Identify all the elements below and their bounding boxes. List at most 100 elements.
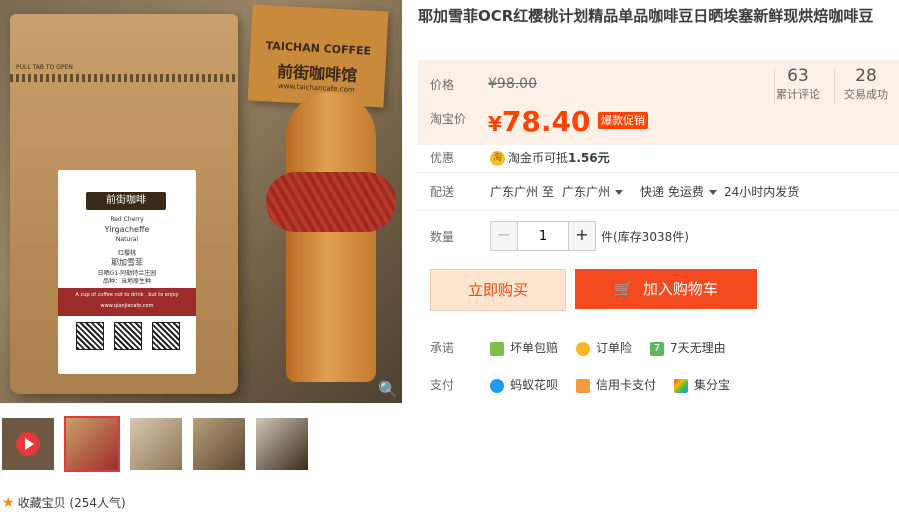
huabei-icon xyxy=(490,378,504,393)
payment-row: 支付 蚂蚁花呗 信用卡支付 集分宝 xyxy=(418,376,899,396)
bag-label: 前街咖啡 Red Cherry Yirgacheffe Natural 红樱桃 … xyxy=(58,170,196,374)
star-icon: ★ xyxy=(2,495,15,511)
stock-info: 件(库存3038件) xyxy=(601,230,689,244)
video-thumbnail[interactable] xyxy=(2,418,54,470)
cart-icon: 🛒 xyxy=(614,280,633,298)
qr-code xyxy=(76,322,104,350)
price-box: 价格 ¥98.00 淘宝价 ¥78.40 爆款促销 63 累计评论 28 交易成… xyxy=(418,60,899,145)
increase-button[interactable]: + xyxy=(568,222,595,250)
payment-text: 集分宝 xyxy=(694,378,731,392)
promise-label: 承诺 xyxy=(430,341,455,355)
discount-info: 淘淘金币可抵1.56元 xyxy=(490,149,610,166)
promise-item[interactable]: 7 7天无理由 xyxy=(650,339,726,356)
payment-item[interactable]: 集分宝 xyxy=(674,376,730,393)
deals-label: 交易成功 xyxy=(844,88,888,101)
promise-item[interactable]: 坏单包赔 xyxy=(490,339,558,356)
add-to-cart-label: 加入购物车 xyxy=(642,280,718,298)
thumbnail-3[interactable] xyxy=(193,418,245,470)
ship-method-value: 快递 免运费 xyxy=(640,185,704,199)
ship-to-word: 至 xyxy=(542,185,555,199)
buy-now-button[interactable]: 立即购买 xyxy=(430,269,566,311)
price-label: 价格 xyxy=(430,78,455,92)
divider xyxy=(418,210,899,211)
qr-code xyxy=(114,322,142,350)
reviews-stat[interactable]: 63 累计评论 xyxy=(768,66,828,102)
bag-label-band: A cup of coffee not to drink , but to en… xyxy=(58,288,196,316)
deals-count: 28 xyxy=(855,66,877,86)
thumbnail-4[interactable] xyxy=(256,418,308,470)
coffee-bag-graphic: PULL TAB TO OPEN 前街咖啡 Red Cherry Yirgach… xyxy=(10,14,238,394)
ship-to-value: 广东广州 xyxy=(562,185,611,199)
add-to-cart-button[interactable]: 🛒 加入购物车 xyxy=(575,269,757,309)
payment-text: 蚂蚁花呗 xyxy=(510,378,559,392)
bag-zipper xyxy=(10,74,238,82)
promo-badge: 爆款促销 xyxy=(598,112,648,129)
promise-row: 承诺 坏单包赔 订单险 7 7天无理由 xyxy=(418,339,899,359)
thumbnail-1[interactable] xyxy=(64,416,120,472)
bag-label-slogan: A cup of coffee not to drink , but to en… xyxy=(75,292,179,298)
shipping-label: 配送 xyxy=(430,185,455,199)
divider xyxy=(834,68,835,104)
favorite-link[interactable]: ★ 收藏宝贝 (254人气) xyxy=(2,494,126,511)
promise-text: 订单险 xyxy=(596,341,633,355)
favorite-label: 收藏宝贝 xyxy=(17,496,66,510)
knitted-scarf xyxy=(266,172,396,232)
zoom-icon[interactable]: 🔍 xyxy=(378,380,398,399)
current-price: ¥78.40 xyxy=(488,105,591,138)
bag-label-text: 品种：当地原生种 xyxy=(102,278,151,285)
discount-amount: 1.56元 xyxy=(568,151,610,165)
shipping-row: 配送 广东广州 至 广东广州 快递 免运费 24小时内发货 xyxy=(418,183,899,203)
promise-item[interactable]: 订单险 xyxy=(576,339,632,356)
reviews-count: 63 xyxy=(787,66,809,86)
guarantee-icon xyxy=(490,341,504,356)
card-brand: TAICHAN COFFEE xyxy=(265,39,372,58)
ship-method-select[interactable]: 快递 免运费 xyxy=(640,183,717,200)
quantity-label: 数量 xyxy=(430,230,455,244)
decrease-button[interactable]: − xyxy=(491,222,518,250)
payment-label: 支付 xyxy=(430,378,455,392)
product-title: 耶加雪菲OCR红樱桃计划精品单品咖啡豆日晒埃塞新鲜现烘焙咖啡豆 xyxy=(418,7,874,25)
bag-label-text: 红樱桃 xyxy=(117,250,136,257)
bag-label-text: Red Cherry xyxy=(110,216,144,223)
taojinbi-icon: 淘 xyxy=(490,151,505,166)
ship-to-select[interactable]: 广东广州 xyxy=(562,183,624,200)
play-icon[interactable] xyxy=(16,432,40,456)
credit-card-icon xyxy=(576,378,590,393)
brand-card: TAICHAN COFFEE 前街咖啡馆 www.taichancafe.com xyxy=(247,4,389,108)
discount-label: 优惠 xyxy=(430,151,455,165)
bag-label-text: Yirgacheffe xyxy=(104,225,150,234)
bag-tab-text: PULL TAB TO OPEN xyxy=(16,64,73,71)
reviews-label: 累计评论 xyxy=(776,88,820,101)
thumbnail-2[interactable] xyxy=(130,418,182,470)
ship-from: 广东广州 xyxy=(490,185,539,199)
favorite-popularity: (254人气) xyxy=(69,496,126,510)
promise-text: 7天无理由 xyxy=(670,341,726,355)
payment-text: 信用卡支付 xyxy=(596,378,657,392)
chevron-down-icon xyxy=(615,190,624,195)
qr-code xyxy=(152,322,180,350)
quantity-stepper: − + xyxy=(490,221,596,251)
wooden-figure xyxy=(286,92,376,382)
chevron-down-icon xyxy=(708,190,717,195)
promise-text: 坏单包赔 xyxy=(510,341,559,355)
bag-label-url: www.qianjiecafe.com xyxy=(100,303,154,309)
jifenbao-icon xyxy=(674,378,688,393)
payment-item[interactable]: 蚂蚁花呗 xyxy=(490,376,558,393)
current-price-value: 78.40 xyxy=(501,105,591,138)
bag-label-text: 耶加雪菲 xyxy=(111,258,143,267)
payment-item[interactable]: 信用卡支付 xyxy=(576,376,656,393)
divider xyxy=(418,172,899,173)
quantity-input[interactable] xyxy=(518,222,568,250)
currency-symbol: ¥ xyxy=(488,112,502,136)
discount-row: 优惠 淘淘金币可抵1.56元 xyxy=(418,149,899,173)
dispatch-time: 24小时内发货 xyxy=(724,185,800,199)
bag-label-text: Natural xyxy=(115,236,139,243)
discount-text: 淘金币可抵 xyxy=(508,151,569,165)
product-main-image[interactable]: PULL TAB TO OPEN 前街咖啡 Red Cherry Yirgach… xyxy=(0,0,402,403)
thumbnail-strip xyxy=(0,416,402,474)
taobao-price-label: 淘宝价 xyxy=(430,112,467,126)
insurance-icon xyxy=(576,341,590,356)
original-price: ¥98.00 xyxy=(488,76,537,92)
seven-day-return-icon: 7 xyxy=(650,341,664,356)
deals-stat: 28 交易成功 xyxy=(836,66,896,102)
